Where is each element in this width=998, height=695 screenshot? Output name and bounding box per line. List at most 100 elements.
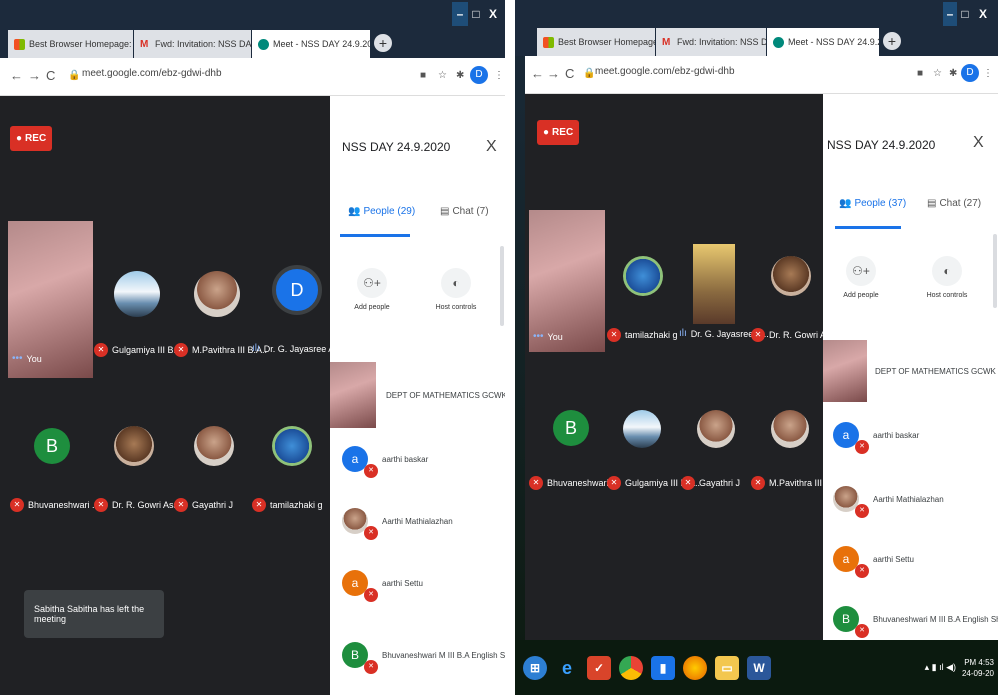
participant-tile[interactable]: B ✕ Bhuvaneshwari ...: [8, 426, 100, 546]
rec-badge: REC: [537, 120, 580, 145]
minimize-button[interactable]: –: [943, 2, 957, 26]
close-window-button[interactable]: X: [973, 2, 993, 26]
back-icon[interactable]: ←: [531, 66, 544, 81]
extension-icon[interactable]: ✱: [456, 70, 464, 81]
participant-tile[interactable]: ılı Dr. G. Jayasree A...: [677, 244, 769, 354]
panel-close-icon[interactable]: X: [973, 134, 984, 152]
list-item[interactable]: ✕ Aarthi Mathialazhan: [833, 486, 944, 518]
people-icon: 👥: [348, 206, 361, 217]
forward-icon[interactable]: →: [28, 68, 41, 83]
menu-icon[interactable]: ⋮: [983, 68, 993, 79]
profile-avatar[interactable]: D: [470, 66, 488, 84]
participant-tile[interactable]: ✕ Gayathri J: [677, 410, 749, 510]
participant-tile-you[interactable]: ••• You: [529, 210, 605, 352]
mic-off-icon: ✕: [855, 440, 869, 454]
tab-chat[interactable]: ▤ Chat (7): [440, 206, 489, 217]
profile-avatar[interactable]: D: [961, 64, 979, 82]
camera-icon[interactable]: ■: [420, 70, 426, 81]
participant-tile[interactable]: ✕ Dr. R. Gowri Assi...: [92, 426, 188, 546]
reload-icon[interactable]: C: [565, 66, 574, 81]
new-tab-button[interactable]: +: [883, 32, 901, 50]
list-item[interactable]: DEPT OF MATHEMATICS GCWK (You): [823, 340, 998, 402]
participant-tile[interactable]: B ✕ Bhuvaneshwari ...: [529, 410, 619, 510]
list-item[interactable]: ✕ Aarthi Mathialazhan: [342, 508, 453, 540]
person-name: aarthi Settu: [382, 578, 423, 588]
participant-tile[interactable]: ✕ Gulgamiya III B.A..: [92, 261, 187, 381]
camera-icon[interactable]: ■: [917, 68, 923, 79]
speaking-icon: ılı: [252, 343, 260, 354]
minimize-button[interactable]: –: [452, 2, 468, 26]
firefox-icon[interactable]: [683, 655, 707, 680]
participant-tile[interactable]: ✕ Gulgamiya III B.A..: [605, 410, 700, 510]
reload-icon[interactable]: C: [46, 68, 55, 83]
list-item[interactable]: a ✕ aarthi Settu: [342, 570, 423, 602]
system-tray-icons[interactable]: ▴ ▮ ıl ◀): [925, 662, 956, 673]
tab-people[interactable]: 👥 People (37): [839, 198, 906, 209]
participant-avatar: [697, 410, 735, 448]
participant-tile[interactable]: ✕ tamilazhaki g: [250, 426, 330, 546]
tab-people[interactable]: 👥 People (29): [348, 206, 415, 217]
people-icon: 👥: [839, 198, 852, 209]
tab-chat[interactable]: ▤ Chat (27): [927, 198, 981, 209]
right-address-bar: ← → C 🔒 meet.google.com/ebz-gdwi-dhb ■ ☆…: [525, 56, 998, 94]
left-tab-meet[interactable]: Meet - NSS DAY 24.9.2020 ● X: [252, 30, 370, 58]
word-icon[interactable]: W: [747, 655, 771, 680]
participant-tile[interactable]: ✕ Gayathri J: [172, 426, 252, 546]
star-icon[interactable]: ☆: [438, 70, 447, 81]
add-people-button[interactable]: ⚇+ Add people: [833, 256, 889, 299]
mic-off-icon: ✕: [681, 476, 695, 490]
start-button[interactable]: ⊞: [523, 655, 547, 680]
list-item[interactable]: a ✕ aarthi baskar: [342, 446, 428, 478]
url-field[interactable]: meet.google.com/ebz-gdwi-dhb: [82, 68, 222, 79]
participant-avatar: [272, 426, 312, 466]
participant-tile[interactable]: D ılı Dr. G. Jayasree A...: [250, 261, 342, 381]
host-controls-button[interactable]: ◐ Host controls: [917, 256, 977, 299]
participant-video: [693, 244, 735, 324]
participant-tile[interactable]: ✕ tamilazhaki g: [605, 244, 678, 354]
close-window-button[interactable]: X: [484, 2, 502, 26]
panel-scrollbar[interactable]: [993, 234, 997, 308]
participant-nameplate: ✕ Bhuvaneshwari ...: [10, 498, 100, 512]
meet-icon: [258, 38, 269, 50]
list-item[interactable]: a ✕ aarthi baskar: [833, 422, 919, 454]
forward-icon[interactable]: →: [547, 66, 560, 81]
list-item[interactable]: B✕ Bhuvaneshwari M III B.A English Shift…: [342, 642, 505, 674]
left-tab-homepage[interactable]: Best Browser Homepage: Custon X: [8, 30, 133, 58]
right-tab-gmail[interactable]: M Fwd: Invitation: NSS DAY 24.9.20 X: [656, 28, 766, 56]
participant-name: Gayathri J: [192, 500, 234, 510]
tab-label: People (29): [363, 206, 416, 217]
new-tab-button[interactable]: +: [374, 34, 392, 52]
chrome-icon[interactable]: [619, 655, 643, 680]
maximize-button[interactable]: □: [468, 2, 484, 26]
participant-nameplate: ••• You: [533, 331, 563, 342]
host-controls-button[interactable]: ◐ Host controls: [426, 268, 486, 311]
extension-icon[interactable]: ✱: [949, 68, 957, 79]
url-field[interactable]: meet.google.com/ebz-gdwi-dhb: [595, 66, 735, 77]
participant-avatar: [771, 410, 809, 448]
panel-close-icon[interactable]: X: [486, 138, 497, 156]
list-item[interactable]: DEPT OF MATHEMATICS GCWK (You): [330, 362, 505, 428]
file-explorer-icon[interactable]: ▭: [715, 655, 739, 680]
left-tab-gmail[interactable]: M Fwd: Invitation: NSS DAY 24.9.20 X: [134, 30, 251, 58]
menu-icon[interactable]: ⋮: [494, 70, 504, 81]
right-tab-homepage[interactable]: Best Browser Homepage: Custon X: [537, 28, 655, 56]
panel-scrollbar[interactable]: [500, 246, 504, 326]
participant-tile[interactable]: ✕ M.Pavithra III B.A..: [172, 261, 267, 381]
participant-tile-you[interactable]: ••• You: [8, 221, 93, 378]
lock-icon: 🔒: [68, 70, 81, 81]
participant-tile[interactable]: ✕ Dr. R. Gowri Assi...: [751, 244, 845, 354]
list-item[interactable]: a ✕ aarthi Settu: [833, 546, 914, 578]
mic-off-icon: ✕: [855, 624, 869, 638]
add-people-button[interactable]: ⚇+ Add people: [342, 268, 402, 311]
app-icon[interactable]: ✓: [587, 655, 611, 680]
list-item[interactable]: B✕ Bhuvaneshwari M III B.A English Shift…: [833, 606, 998, 638]
back-icon[interactable]: ←: [10, 68, 23, 83]
right-tab-meet[interactable]: Meet - NSS DAY 24.9.2020 ● X: [767, 28, 879, 56]
right-meeting-stage: REC ••• You ✕ tamilazhaki g ılı Dr. G. J…: [525, 94, 845, 640]
participant-tile[interactable]: ✕ M.Pavithra III B.A..: [751, 410, 844, 510]
internet-explorer-icon[interactable]: e: [555, 656, 579, 680]
star-icon[interactable]: ☆: [933, 68, 942, 79]
taskbar-clock[interactable]: PM 4:53 24-09-20: [962, 657, 994, 679]
app-icon[interactable]: ▮: [651, 655, 675, 680]
maximize-button[interactable]: □: [957, 2, 973, 26]
